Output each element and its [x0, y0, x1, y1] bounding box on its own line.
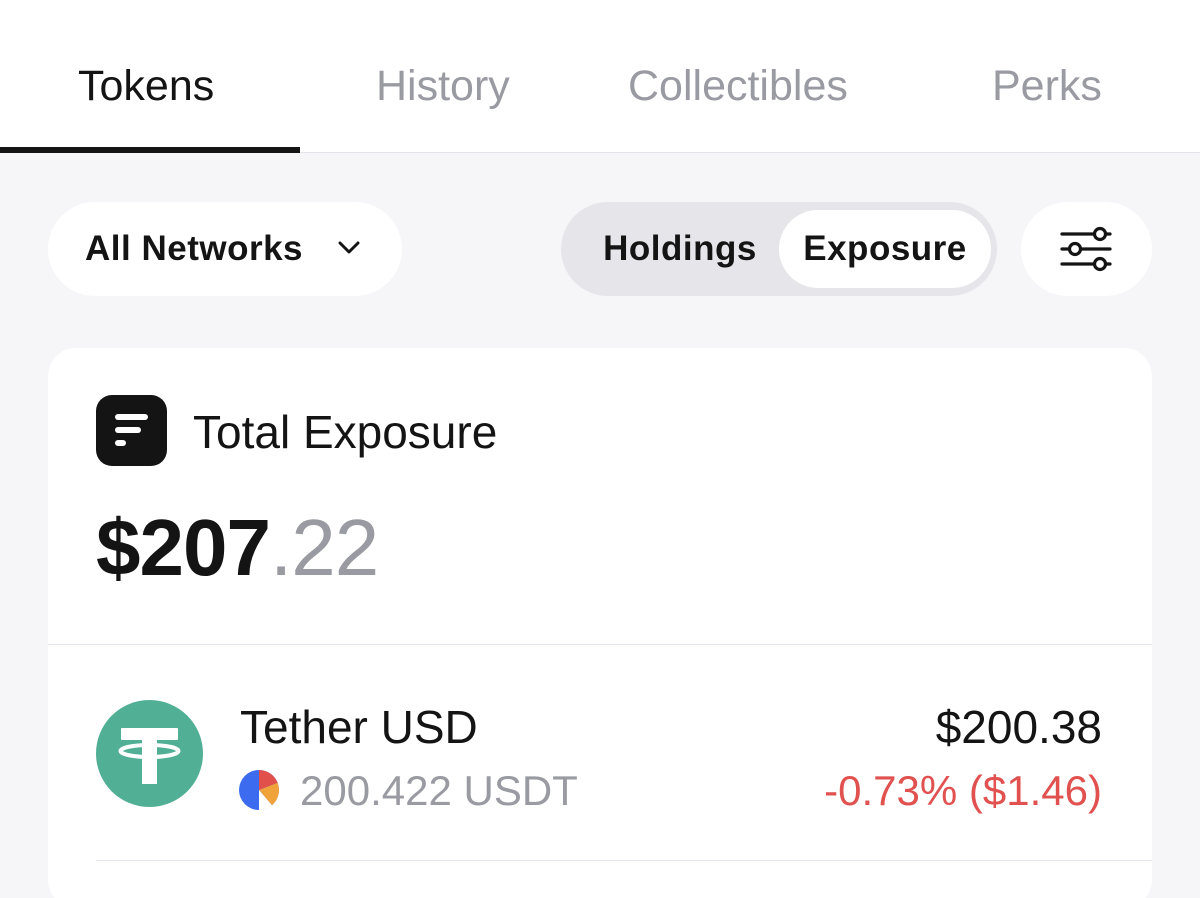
token-change: -0.73% ($1.46)	[824, 767, 1102, 814]
tab-history[interactable]: History	[376, 58, 510, 114]
tab-collectibles[interactable]: Collectibles	[628, 58, 848, 114]
exposure-lines-icon	[96, 395, 167, 466]
exposure-card: Total Exposure $207.22 Tether USD 200.42…	[48, 348, 1152, 898]
token-row[interactable]: Tether USD 200.422 USDT $200.38 -0.73% (…	[48, 645, 1152, 861]
pie-chart-icon	[238, 769, 280, 811]
token-value: $200.38	[935, 701, 1102, 753]
holdings-exposure-toggle: Holdings Exposure	[561, 202, 997, 296]
filter-button[interactable]	[1021, 202, 1152, 296]
total-exposure-title: Total Exposure	[193, 406, 498, 458]
segment-holdings[interactable]: Holdings	[575, 202, 785, 296]
chevron-down-icon	[338, 240, 360, 261]
amount-whole: $207	[96, 503, 271, 592]
token-name: Tether USD	[240, 701, 478, 753]
row-divider	[96, 860, 1152, 861]
total-exposure-amount: $207.22	[96, 503, 379, 593]
tab-bar: Tokens History Collectibles Perks	[0, 0, 1200, 153]
active-tab-indicator	[0, 147, 300, 153]
tab-tokens[interactable]: Tokens	[78, 58, 214, 114]
tab-perks[interactable]: Perks	[992, 58, 1102, 114]
token-balance: 200.422 USDT	[300, 767, 578, 814]
amount-decimal: .22	[269, 503, 379, 592]
network-dropdown[interactable]: All Networks	[48, 202, 402, 296]
network-dropdown-label: All Networks	[85, 229, 303, 268]
segment-exposure[interactable]: Exposure	[779, 210, 991, 288]
tether-logo-icon	[96, 700, 203, 807]
